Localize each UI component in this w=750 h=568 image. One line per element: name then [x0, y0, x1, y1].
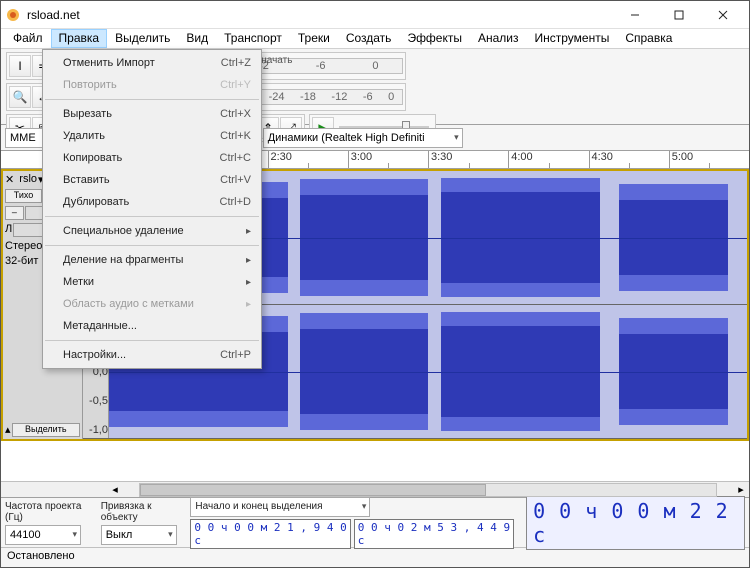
menu-select[interactable]: Выделить	[107, 29, 178, 48]
close-button[interactable]	[701, 1, 745, 29]
menu-tools[interactable]: Инструменты	[527, 29, 618, 48]
minimize-button[interactable]	[613, 1, 657, 29]
scroll-right-icon[interactable]: ▸	[733, 483, 749, 496]
edit-dropdown-menu: Отменить ИмпортCtrl+ZПовторитьCtrl+Y Выре…	[42, 49, 262, 369]
titlebar: rsload.net	[1, 1, 749, 29]
maximize-button[interactable]	[657, 1, 701, 29]
selection-start-time[interactable]: 0 0 ч 0 0 м 2 1 , 9 4 0 с	[190, 519, 350, 549]
selection-range-type-combo[interactable]: Начало и конец выделения	[190, 497, 370, 517]
edit-menu-item[interactable]: Настройки...Ctrl+P	[43, 344, 261, 366]
selection-end-time[interactable]: 0 0 ч 0 2 м 5 3 , 4 4 9 с	[354, 519, 514, 549]
snap-label: Привязка к объекту	[101, 501, 185, 523]
playback-device-combo[interactable]: Динамики (Realtek High Definiti	[263, 128, 463, 148]
edit-menu-item[interactable]: Деление на фрагменты▸	[43, 249, 261, 271]
edit-menu-item[interactable]: ВставитьCtrl+V	[43, 169, 261, 191]
edit-menu-item[interactable]: Отменить ИмпортCtrl+Z	[43, 52, 261, 74]
edit-menu-item: Область аудио с метками▸	[43, 293, 261, 315]
selection-toolbar: Частота проекта (Гц) 44100 Привязка к об…	[1, 497, 749, 547]
track-name[interactable]: rslo	[19, 173, 37, 186]
window-title: rsload.net	[27, 8, 613, 22]
edit-menu-item[interactable]: Метаданные...	[43, 315, 261, 337]
gain-minus[interactable]: –	[5, 206, 24, 220]
edit-menu-item[interactable]: ДублироватьCtrl+D	[43, 191, 261, 213]
menu-help[interactable]: Справка	[617, 29, 680, 48]
menu-file[interactable]: Файл	[5, 29, 51, 48]
project-rate-label: Частота проекта (Гц)	[5, 501, 95, 523]
menu-tracks[interactable]: Треки	[290, 29, 338, 48]
menu-generate[interactable]: Создать	[338, 29, 400, 48]
horizontal-scrollbar[interactable]: ◂ ▸	[1, 481, 749, 497]
zoom-tool-icon[interactable]: 🔍	[9, 86, 31, 108]
status-bar: Остановлено	[1, 547, 749, 567]
edit-menu-item[interactable]: УдалитьCtrl+K	[43, 125, 261, 147]
menubar: Файл Правка Выделить Вид Транспорт Треки…	[1, 29, 749, 49]
menu-analyze[interactable]: Анализ	[470, 29, 527, 48]
menu-transport[interactable]: Транспорт	[216, 29, 290, 48]
edit-menu-item: ПовторитьCtrl+Y	[43, 74, 261, 96]
track-select-button[interactable]: Выделить	[12, 423, 80, 437]
menu-effect[interactable]: Эффекты	[399, 29, 470, 48]
selection-tool-icon[interactable]: I	[9, 55, 31, 77]
track-collapse-icon[interactable]: ▴	[5, 423, 11, 437]
edit-menu-item[interactable]: Метки▸	[43, 271, 261, 293]
edit-menu-item[interactable]: ВырезатьCtrl+X	[43, 103, 261, 125]
mute-button[interactable]: Тихо	[5, 189, 42, 203]
scroll-left-icon[interactable]: ◂	[107, 483, 123, 496]
status-text: Остановлено	[7, 550, 75, 562]
audio-position-time[interactable]: 0 0 ч 0 0 м 2 2 с	[526, 496, 745, 550]
snap-combo[interactable]: Выкл	[101, 525, 177, 545]
menu-view[interactable]: Вид	[178, 29, 216, 48]
app-icon	[5, 7, 21, 23]
edit-menu-item[interactable]: КопироватьCtrl+C	[43, 147, 261, 169]
edit-menu-item[interactable]: Специальное удаление▸	[43, 220, 261, 242]
track-close-icon[interactable]: ✕	[5, 173, 14, 186]
menu-edit[interactable]: Правка	[51, 29, 108, 48]
project-rate-combo[interactable]: 44100	[5, 525, 81, 545]
